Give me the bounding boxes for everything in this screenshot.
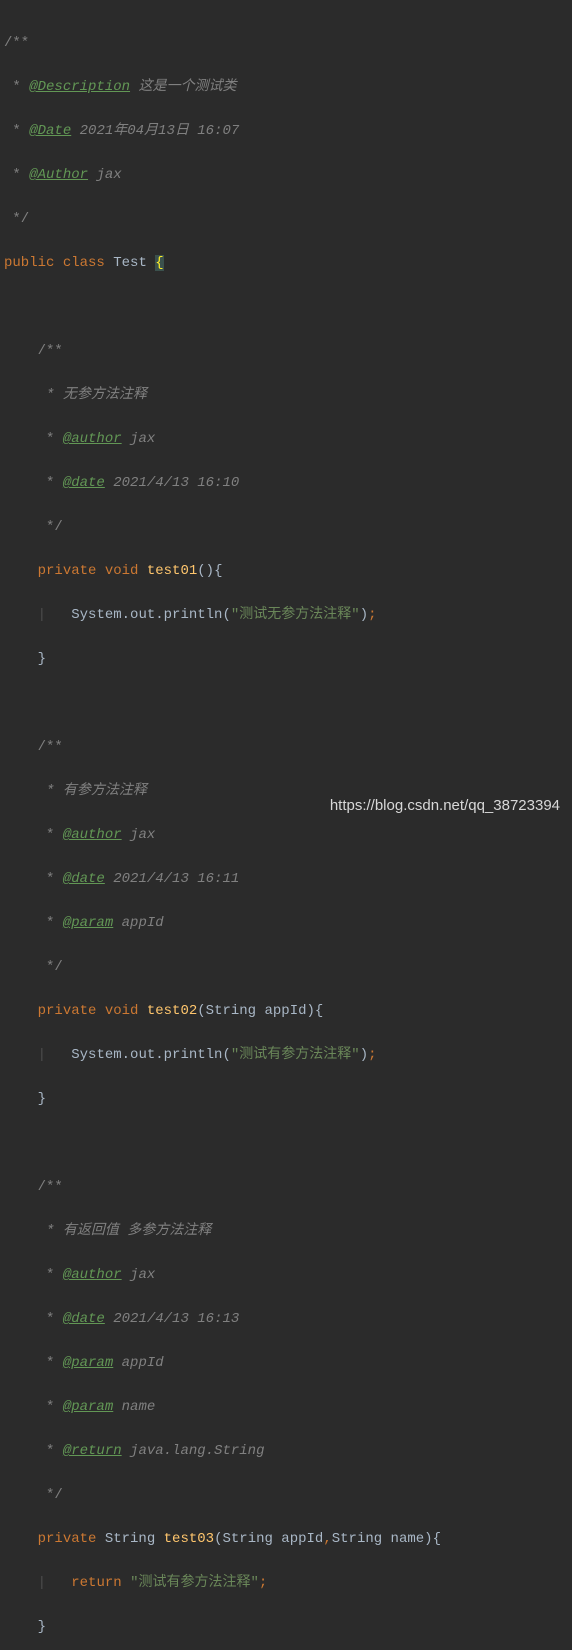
- code-line: [4, 1132, 572, 1154]
- method-name: test01: [147, 563, 197, 579]
- javadoc-close: */: [38, 1487, 63, 1503]
- doc-tag-author: @author: [63, 827, 122, 843]
- code-line: */: [4, 208, 572, 230]
- doc-tag-author: @author: [63, 431, 122, 447]
- code-line: * @param name: [4, 1396, 572, 1418]
- code-line: * @Date 2021年04月13日 16:07: [4, 120, 572, 142]
- code-line: }: [4, 648, 572, 670]
- watermark-text: https://blog.csdn.net/qq_38723394: [330, 795, 560, 817]
- string-literal: "测试有参方法注释": [231, 1047, 360, 1063]
- doc-tag-description: @Description: [29, 79, 130, 95]
- doc-tag-param: @param: [63, 915, 113, 931]
- code-line: | return "测试有参方法注释";: [4, 1572, 572, 1594]
- code-line: /**: [4, 32, 572, 54]
- code-line: * @return java.lang.String: [4, 1440, 572, 1462]
- code-line: * 有返回值 多参方法注释: [4, 1220, 572, 1242]
- code-line: /**: [4, 340, 572, 362]
- javadoc-open: /**: [38, 1179, 63, 1195]
- doc-tag-date: @date: [63, 871, 105, 887]
- code-line: }: [4, 1616, 572, 1638]
- keyword-private: private: [38, 1003, 97, 1019]
- keyword-private: private: [38, 1531, 97, 1547]
- code-line: * @author jax: [4, 824, 572, 846]
- doc-tag-param: @param: [63, 1399, 113, 1415]
- doc-tag-date: @date: [63, 1311, 105, 1327]
- system-out: System.out.println(: [71, 607, 231, 623]
- code-line: * @date 2021/4/13 16:11: [4, 868, 572, 890]
- code-line: private void test02(String appId){: [4, 1000, 572, 1022]
- code-line: */: [4, 516, 572, 538]
- doc-tag-author: @author: [63, 1267, 122, 1283]
- doc-tag-param: @param: [63, 1355, 113, 1371]
- code-line: */: [4, 1484, 572, 1506]
- code-line: * @param appId: [4, 912, 572, 934]
- keyword-return: return: [71, 1575, 121, 1591]
- keyword-class: class: [63, 255, 105, 271]
- code-line: */: [4, 956, 572, 978]
- string-literal: "测试有参方法注释": [130, 1575, 259, 1591]
- javadoc-close: */: [4, 211, 29, 227]
- javadoc-open: /**: [38, 739, 63, 755]
- keyword-private: private: [38, 563, 97, 579]
- method-name: test02: [147, 1003, 197, 1019]
- brace-highlight: {: [155, 255, 163, 271]
- method-name: test03: [164, 1531, 214, 1547]
- code-line: /**: [4, 1176, 572, 1198]
- code-line: * @date 2021/4/13 16:10: [4, 472, 572, 494]
- code-line: * 无参方法注释: [4, 384, 572, 406]
- javadoc-close: */: [38, 519, 63, 535]
- code-line: /**: [4, 736, 572, 758]
- doc-tag-return: @return: [63, 1443, 122, 1459]
- javadoc-open: /**: [38, 343, 63, 359]
- keyword-void: void: [105, 1003, 139, 1019]
- string-literal: "测试无参方法注释": [231, 607, 360, 623]
- code-line: [4, 692, 572, 714]
- code-line: [4, 296, 572, 318]
- code-line: public class Test {: [4, 252, 572, 274]
- code-line: * @Author jax: [4, 164, 572, 186]
- doc-tag-date: @date: [63, 475, 105, 491]
- code-line: | System.out.println("测试有参方法注释");: [4, 1044, 572, 1066]
- javadoc-open: /**: [4, 35, 29, 51]
- code-line: private void test01(){: [4, 560, 572, 582]
- javadoc-close: */: [38, 959, 63, 975]
- keyword-void: void: [105, 563, 139, 579]
- code-line: | System.out.println("测试无参方法注释");: [4, 604, 572, 626]
- system-out: System.out.println(: [71, 1047, 231, 1063]
- code-line: * @author jax: [4, 1264, 572, 1286]
- code-line: private String test03(String appId,Strin…: [4, 1528, 572, 1550]
- code-line: * @date 2021/4/13 16:13: [4, 1308, 572, 1330]
- code-line: * @Description 这是一个测试类: [4, 76, 572, 98]
- code-editor[interactable]: /** * @Description 这是一个测试类 * @Date 2021年…: [0, 0, 572, 1650]
- code-line: * @param appId: [4, 1352, 572, 1374]
- code-line: }: [4, 1088, 572, 1110]
- keyword-public: public: [4, 255, 54, 271]
- code-line: * @author jax: [4, 428, 572, 450]
- doc-tag-date: @Date: [29, 123, 71, 139]
- class-name: Test: [113, 255, 147, 271]
- doc-tag-author: @Author: [29, 167, 88, 183]
